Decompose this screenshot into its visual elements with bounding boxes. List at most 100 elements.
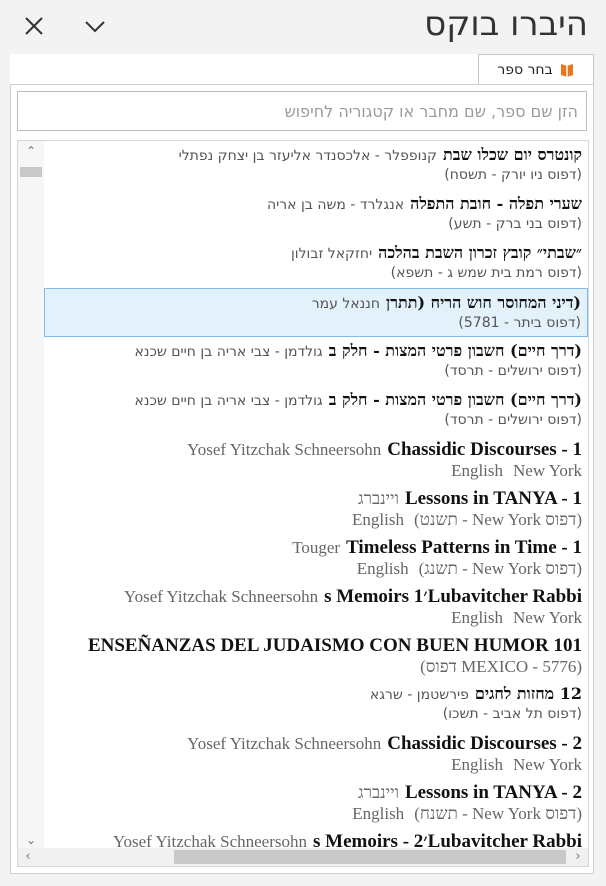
book-list-item[interactable]: Chassidic Discourses - 1 Yosef Yitzchak S… (44, 435, 588, 484)
book-title: קונטרס יום שכלו שבת (443, 145, 582, 164)
book-line-meta: (דפוס ירושלים - תרסד) (444, 412, 582, 428)
book-author: גולדמן - צבי אריה בן חיים שכנא (134, 393, 323, 409)
scroll-up-icon[interactable]: ⌃ (18, 141, 44, 161)
book-title: (דיני המחוסר חוש הריח (תתרן (386, 293, 581, 312)
hscroll-thumb[interactable] (174, 850, 566, 864)
search-input[interactable] (17, 91, 587, 131)
pane-title: היברו בוקס (424, 4, 588, 44)
book-meta: English (352, 510, 404, 529)
book-meta: (דפוס ירושלים - תרסד) (444, 363, 582, 379)
book-list[interactable]: קונטרס יום שכלו שבת קנופפלר - אלכסנדר אלי… (17, 140, 589, 867)
book-list-item[interactable]: (דיני המחוסר חוש הריח (תתרן חננאל עמר (דפו… (44, 288, 588, 337)
tab-label: בחר ספר (497, 61, 553, 78)
book-meta: English (451, 608, 504, 627)
book-meta: (דפוס New York - תשנח) (414, 804, 582, 823)
book-list-item[interactable]: (דרך חיים) חשבון פרטי המצות - חלק ב גולדמ… (44, 386, 588, 435)
book-line-primary: Lessons in TANYA - 2 ויינברג (358, 782, 582, 804)
book-icon (559, 62, 575, 78)
tab-choose-book[interactable]: בחר ספר (478, 54, 594, 84)
book-author: אנגלרד - משה בן אריה (267, 197, 405, 213)
book-title: Timeless Patterns in Time - 1 (346, 537, 582, 558)
book-meta: English (352, 804, 405, 823)
book-line-meta: (דפוס בני ברק - תשע) (448, 216, 582, 232)
book-list-item[interactable]: ״שבתי״ קובץ זכרון השבת בהלכה יחזקאל זבולו… (44, 239, 588, 288)
book-line-primary: (דרך חיים) חשבון פרטי המצות - חלק ב גולדמ… (134, 341, 582, 361)
book-title: Lessons in TANYA - 2 (404, 782, 582, 803)
book-meta: (דפוס בני ברק - תשע) (448, 216, 582, 232)
book-author: יחזקאל זבולון (290, 246, 373, 262)
book-meta: English (356, 559, 409, 578)
chevron-down-icon[interactable] (82, 14, 108, 38)
book-title: Chassidic Discourses - 2 (387, 733, 582, 754)
book-line-primary: ENSEÑANZAS DEL JUDAISMO CON BUEN HUMOR 1… (88, 635, 582, 657)
book-meta: New York (513, 755, 582, 774)
book-list-item[interactable]: 12 מחזות לחגים פירשטמן - שרגא (דפוס תל אבי… (44, 680, 588, 729)
book-title: Chassidic Discourses - 1 (387, 439, 582, 460)
book-title: 12 מחזות לחגים (474, 684, 582, 703)
book-author: קנופפלר - אלכסנדר אליעזר בן יצחק נפתלי (178, 148, 437, 164)
book-meta: (דפוס ביתר - 5781) (458, 315, 581, 331)
book-line-meta: (דפוס רמת בית שמש ג - תשפא) (391, 265, 582, 281)
close-icon[interactable] (22, 14, 46, 38)
scroll-left-icon[interactable]: ‹ (18, 848, 38, 866)
book-line-meta: (דפוס ניו יורק - תשסח) (444, 167, 582, 183)
book-line-meta: (דפוס תל אביב - תשכו) (443, 706, 582, 722)
book-meta: English (451, 461, 504, 480)
book-author: גולדמן - צבי אריה בן חיים שכנא (134, 344, 323, 360)
book-list-item[interactable]: קונטרס יום שכלו שבת קנופפלר - אלכסנדר אלי… (44, 141, 588, 190)
vertical-scrollbar[interactable]: ⌃ ⌄ (18, 141, 44, 850)
book-meta: English (451, 755, 504, 774)
book-list-item[interactable]: Lubavitcher Rabbi׳s Memoirs - 2 Yosef Yit… (44, 827, 588, 850)
title-bar: היברו בוקס (0, 0, 606, 56)
book-author: חננאל עמר (311, 296, 380, 312)
book-meta: (דפוס New York - תשנט) (413, 510, 582, 529)
book-author: ויינברג (358, 783, 399, 802)
book-list-item[interactable]: Lessons in TANYA - 2 ויינברג (דפוס New Yor… (44, 778, 588, 827)
scroll-right-icon[interactable]: › (568, 848, 588, 866)
book-list-item[interactable]: Chassidic Discourses - 2 Yosef Yitzchak S… (44, 729, 588, 778)
book-author: פירשטמן - שרגא (369, 687, 469, 703)
book-author: ויינברג (358, 489, 399, 508)
book-author: Yosef Yitzchak Schneersohn (187, 440, 382, 459)
book-line-primary: Lessons in TANYA - 1 ויינברג (358, 488, 582, 510)
book-line-primary: ״שבתי״ קובץ זכרון השבת בהלכה יחזקאל זבולו… (291, 243, 582, 263)
book-chooser-panel: קונטרס יום שכלו שבת קנופפלר - אלכסנדר אלי… (10, 84, 594, 874)
book-list-item[interactable]: ENSEÑANZAS DEL JUDAISMO CON BUEN HUMOR 1… (44, 631, 588, 680)
book-list-item[interactable]: (דרך חיים) חשבון פרטי המצות - חלק ב גולדמ… (44, 337, 588, 386)
book-meta: (דפוס תל אביב - תשכו) (442, 706, 582, 722)
book-line-meta: (דפוס ביתר - 5781) (458, 315, 581, 331)
book-title: שערי תפלה - חובת התפלה (410, 194, 582, 213)
book-list-item[interactable]: Lubavitcher Rabbi׳s Memoirs 1 Yosef Yitzc… (44, 582, 588, 631)
book-line-meta: (דפוס New York - תשנג) English (357, 559, 582, 579)
book-title: ״שבתי״ קובץ זכרון השבת בהלכה (378, 243, 582, 262)
book-list-item[interactable]: שערי תפלה - חובת התפלה אנגלרד - משה בן אר… (44, 190, 588, 239)
scroll-thumb[interactable] (20, 167, 42, 177)
book-author: Yosef Yitzchak Schneersohn (187, 734, 382, 753)
book-meta: New York (513, 608, 582, 627)
book-meta: (דפוס ניו יורק - תשסח) (444, 167, 582, 183)
tab-strip: בחר ספר (10, 54, 594, 85)
book-line-meta: New York English (451, 608, 582, 628)
book-line-primary: Timeless Patterns in Time - 1 Touger (292, 537, 582, 559)
book-list-item[interactable]: Lessons in TANYA - 1 ויינברג (דפוס New Yor… (44, 484, 588, 533)
book-list-rows: קונטרס יום שכלו שבת קנופפלר - אלכסנדר אלי… (44, 141, 588, 850)
book-author: Touger (292, 538, 341, 557)
book-title: (דרך חיים) חשבון פרטי המצות - חלק ב (328, 390, 582, 409)
book-line-primary: Lubavitcher Rabbi׳s Memoirs 1 Yosef Yitzc… (124, 586, 582, 608)
book-list-item[interactable]: Timeless Patterns in Time - 1 Touger (דפוס… (44, 533, 588, 582)
book-title: Lessons in TANYA - 1 (404, 488, 582, 509)
book-meta: New York (513, 461, 582, 480)
book-line-primary: שערי תפלה - חובת התפלה אנגלרד - משה בן אר… (267, 194, 582, 214)
book-line-meta: New York English (451, 755, 582, 775)
book-line-meta: New York English (451, 461, 582, 481)
book-meta: (דפוס רמת בית שמש ג - תשפא) (390, 265, 582, 281)
book-line-primary: (דרך חיים) חשבון פרטי המצות - חלק ב גולדמ… (134, 390, 582, 410)
book-line-meta: (דפוס ירושלים - תרסד) (444, 363, 582, 379)
book-line-meta: (MEXICO - 5776 דפוס) (420, 657, 582, 677)
horizontal-scrollbar[interactable]: ‹ › (18, 848, 588, 866)
scroll-down-icon[interactable]: ⌄ (18, 830, 44, 850)
book-author: Yosef Yitzchak Schneersohn (124, 587, 319, 606)
book-meta: (דפוס ירושלים - תרסד) (444, 412, 582, 428)
book-line-meta: (דפוס New York - תשנח) English (352, 804, 582, 824)
book-line-primary: (דיני המחוסר חוש הריח (תתרן חננאל עמר (312, 293, 581, 313)
